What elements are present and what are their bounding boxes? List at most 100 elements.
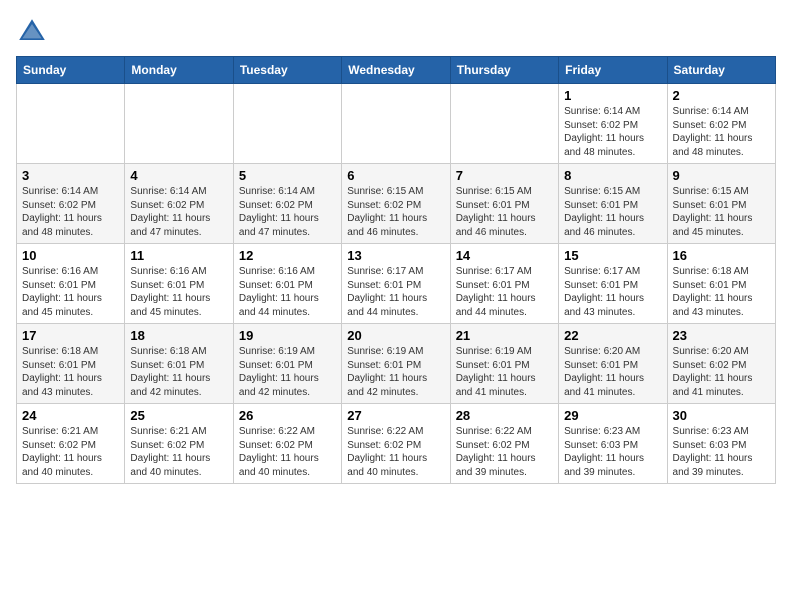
calendar-cell: 29 Sunrise: 6:23 AMSunset: 6:03 PMDayligh… <box>559 404 667 484</box>
day-info: Sunrise: 6:17 AMSunset: 6:01 PMDaylight:… <box>564 265 661 319</box>
day-info: Sunrise: 6:16 AMSunset: 6:01 PMDaylight:… <box>22 265 119 319</box>
day-number: 27 <box>347 408 444 423</box>
day-info: Sunrise: 6:19 AMSunset: 6:01 PMDaylight:… <box>347 345 444 399</box>
calendar-cell: 21 Sunrise: 6:19 AMSunset: 6:01 PMDayligh… <box>450 324 558 404</box>
day-number: 29 <box>564 408 661 423</box>
day-number: 22 <box>564 328 661 343</box>
day-info: Sunrise: 6:18 AMSunset: 6:01 PMDaylight:… <box>22 345 119 399</box>
day-number: 17 <box>22 328 119 343</box>
calendar-cell: 16 Sunrise: 6:18 AMSunset: 6:01 PMDayligh… <box>667 244 775 324</box>
day-number: 4 <box>130 168 227 183</box>
col-friday: Friday <box>559 57 667 84</box>
calendar-cell: 6Sunrise: 6:15 AMSunset: 6:02 PMDaylight… <box>342 164 450 244</box>
day-number: 8 <box>564 168 661 183</box>
calendar-header: Sunday Monday Tuesday Wednesday Thursday… <box>17 57 776 84</box>
week-row-5: 24 Sunrise: 6:21 AMSunset: 6:02 PMDayligh… <box>17 404 776 484</box>
calendar-cell: 17 Sunrise: 6:18 AMSunset: 6:01 PMDayligh… <box>17 324 125 404</box>
day-number: 9 <box>673 168 770 183</box>
day-number: 13 <box>347 248 444 263</box>
day-number: 7 <box>456 168 553 183</box>
day-info: Sunrise: 6:14 AMSunset: 6:02 PMDaylight:… <box>564 105 661 159</box>
day-info: Sunrise: 6:18 AMSunset: 6:01 PMDaylight:… <box>673 265 770 319</box>
day-info: Sunrise: 6:20 AMSunset: 6:01 PMDaylight:… <box>564 345 661 399</box>
day-number: 24 <box>22 408 119 423</box>
col-sunday: Sunday <box>17 57 125 84</box>
day-number: 23 <box>673 328 770 343</box>
calendar-cell: 7 Sunrise: 6:15 AMSunset: 6:01 PMDaylight… <box>450 164 558 244</box>
day-number: 16 <box>673 248 770 263</box>
calendar-cell: 24 Sunrise: 6:21 AMSunset: 6:02 PMDayligh… <box>17 404 125 484</box>
day-number: 5 <box>239 168 336 183</box>
col-saturday: Saturday <box>667 57 775 84</box>
day-number: 3 <box>22 168 119 183</box>
calendar-cell: 23 Sunrise: 6:20 AMSunset: 6:02 PMDayligh… <box>667 324 775 404</box>
calendar-cell: 22 Sunrise: 6:20 AMSunset: 6:01 PMDayligh… <box>559 324 667 404</box>
calendar-cell: 30 Sunrise: 6:23 AMSunset: 6:03 PMDayligh… <box>667 404 775 484</box>
calendar-cell: 26 Sunrise: 6:22 AMSunset: 6:02 PMDayligh… <box>233 404 341 484</box>
day-info: Sunrise: 6:21 AMSunset: 6:02 PMDaylight:… <box>22 425 119 479</box>
day-info: Sunrise: 6:14 AMSunset: 6:02 PMDaylight:… <box>22 185 119 239</box>
week-row-4: 17 Sunrise: 6:18 AMSunset: 6:01 PMDayligh… <box>17 324 776 404</box>
day-info: Sunrise: 6:18 AMSunset: 6:01 PMDaylight:… <box>130 345 227 399</box>
calendar-cell <box>17 84 125 164</box>
day-number: 21 <box>456 328 553 343</box>
col-thursday: Thursday <box>450 57 558 84</box>
day-info: Sunrise: 6:20 AMSunset: 6:02 PMDaylight:… <box>673 345 770 399</box>
day-info: Sunrise: 6:22 AMSunset: 6:02 PMDaylight:… <box>456 425 553 479</box>
day-info: Sunrise: 6:21 AMSunset: 6:02 PMDaylight:… <box>130 425 227 479</box>
day-info: Sunrise: 6:14 AMSunset: 6:02 PMDaylight:… <box>130 185 227 239</box>
day-number: 14 <box>456 248 553 263</box>
calendar-table: Sunday Monday Tuesday Wednesday Thursday… <box>16 56 776 484</box>
day-number: 15 <box>564 248 661 263</box>
day-number: 30 <box>673 408 770 423</box>
header-row: Sunday Monday Tuesday Wednesday Thursday… <box>17 57 776 84</box>
day-info: Sunrise: 6:14 AMSunset: 6:02 PMDaylight:… <box>673 105 770 159</box>
day-info: Sunrise: 6:15 AMSunset: 6:01 PMDaylight:… <box>456 185 553 239</box>
logo-icon <box>16 16 48 48</box>
day-number: 12 <box>239 248 336 263</box>
day-number: 20 <box>347 328 444 343</box>
day-info: Sunrise: 6:15 AMSunset: 6:01 PMDaylight:… <box>564 185 661 239</box>
day-number: 26 <box>239 408 336 423</box>
day-info: Sunrise: 6:19 AMSunset: 6:01 PMDaylight:… <box>239 345 336 399</box>
calendar-cell: 13Sunrise: 6:17 AMSunset: 6:01 PMDayligh… <box>342 244 450 324</box>
day-info: Sunrise: 6:17 AMSunset: 6:01 PMDaylight:… <box>456 265 553 319</box>
day-number: 25 <box>130 408 227 423</box>
day-info: Sunrise: 6:19 AMSunset: 6:01 PMDaylight:… <box>456 345 553 399</box>
calendar-cell: 18 Sunrise: 6:18 AMSunset: 6:01 PMDayligh… <box>125 324 233 404</box>
day-number: 11 <box>130 248 227 263</box>
page-header <box>16 16 776 48</box>
col-tuesday: Tuesday <box>233 57 341 84</box>
day-info: Sunrise: 6:15 AMSunset: 6:02 PMDaylight:… <box>347 185 444 239</box>
calendar-cell: 3 Sunrise: 6:14 AMSunset: 6:02 PMDaylight… <box>17 164 125 244</box>
day-info: Sunrise: 6:22 AMSunset: 6:02 PMDaylight:… <box>347 425 444 479</box>
calendar-cell: 2 Sunrise: 6:14 AMSunset: 6:02 PMDaylight… <box>667 84 775 164</box>
day-number: 2 <box>673 88 770 103</box>
day-info: Sunrise: 6:16 AMSunset: 6:01 PMDaylight:… <box>130 265 227 319</box>
week-row-1: 1 Sunrise: 6:14 AMSunset: 6:02 PMDaylight… <box>17 84 776 164</box>
day-info: Sunrise: 6:23 AMSunset: 6:03 PMDaylight:… <box>564 425 661 479</box>
calendar-cell: 28Sunrise: 6:22 AMSunset: 6:02 PMDayligh… <box>450 404 558 484</box>
calendar-cell: 4 Sunrise: 6:14 AMSunset: 6:02 PMDaylight… <box>125 164 233 244</box>
day-info: Sunrise: 6:14 AMSunset: 6:02 PMDaylight:… <box>239 185 336 239</box>
calendar-cell <box>342 84 450 164</box>
day-info: Sunrise: 6:22 AMSunset: 6:02 PMDaylight:… <box>239 425 336 479</box>
col-wednesday: Wednesday <box>342 57 450 84</box>
day-number: 19 <box>239 328 336 343</box>
calendar-cell: 8 Sunrise: 6:15 AMSunset: 6:01 PMDaylight… <box>559 164 667 244</box>
day-number: 10 <box>22 248 119 263</box>
calendar-cell: 11 Sunrise: 6:16 AMSunset: 6:01 PMDayligh… <box>125 244 233 324</box>
day-number: 18 <box>130 328 227 343</box>
day-info: Sunrise: 6:15 AMSunset: 6:01 PMDaylight:… <box>673 185 770 239</box>
day-number: 1 <box>564 88 661 103</box>
calendar-cell: 5 Sunrise: 6:14 AMSunset: 6:02 PMDaylight… <box>233 164 341 244</box>
logo <box>16 16 52 48</box>
calendar-cell: 9 Sunrise: 6:15 AMSunset: 6:01 PMDaylight… <box>667 164 775 244</box>
calendar-cell: 1 Sunrise: 6:14 AMSunset: 6:02 PMDaylight… <box>559 84 667 164</box>
calendar-cell <box>125 84 233 164</box>
calendar-cell <box>233 84 341 164</box>
calendar-cell: 12Sunrise: 6:16 AMSunset: 6:01 PMDayligh… <box>233 244 341 324</box>
day-info: Sunrise: 6:23 AMSunset: 6:03 PMDaylight:… <box>673 425 770 479</box>
calendar-body: 1 Sunrise: 6:14 AMSunset: 6:02 PMDaylight… <box>17 84 776 484</box>
calendar-cell: 19 Sunrise: 6:19 AMSunset: 6:01 PMDayligh… <box>233 324 341 404</box>
